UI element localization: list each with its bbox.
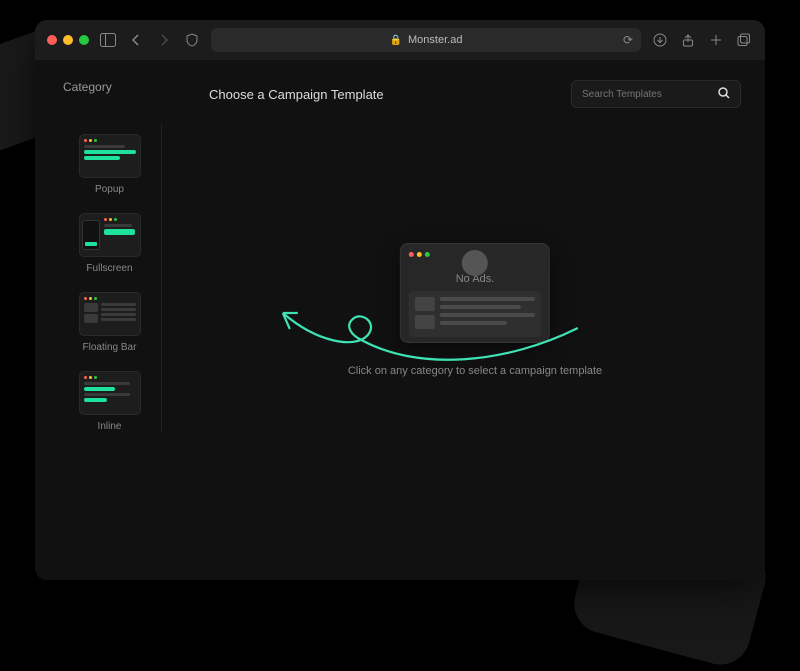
sidebar-title: Category <box>35 80 112 94</box>
tabs-icon[interactable] <box>735 31 753 49</box>
main-header: Choose a Campaign Template <box>209 80 741 108</box>
minimize-window-icon[interactable] <box>63 35 73 45</box>
traffic-lights[interactable] <box>47 35 89 45</box>
category-list: Popup Fullscreen <box>59 124 162 432</box>
browser-window: 🔒 Monster.ad ⟳ Category <box>35 20 765 580</box>
page-title: Choose a Campaign Template <box>209 87 384 102</box>
category-item-popup[interactable]: Popup <box>79 134 141 195</box>
category-label: Floating Bar <box>83 342 137 353</box>
share-icon[interactable] <box>679 31 697 49</box>
download-icon[interactable] <box>651 31 669 49</box>
address-bar[interactable]: 🔒 Monster.ad ⟳ <box>211 28 641 52</box>
empty-state-text: Click on any category to select a campai… <box>348 365 602 377</box>
main-panel: Choose a Campaign Template No Ads. <box>185 60 765 580</box>
fullscreen-thumb-icon <box>79 213 141 257</box>
reload-icon[interactable]: ⟳ <box>623 33 633 47</box>
floating-bar-thumb-icon <box>79 292 141 336</box>
browser-chrome: 🔒 Monster.ad ⟳ <box>35 20 765 60</box>
sidebar-toggle-icon[interactable] <box>99 31 117 49</box>
sidebar: Category Popup <box>35 60 185 580</box>
category-label: Fullscreen <box>86 263 132 274</box>
category-label: Inline <box>98 421 122 432</box>
back-icon[interactable] <box>127 31 145 49</box>
popup-thumb-icon <box>79 134 141 178</box>
category-item-floating-bar[interactable]: Floating Bar <box>79 292 141 353</box>
category-item-inline[interactable]: Inline <box>79 371 141 432</box>
forward-icon[interactable] <box>155 31 173 49</box>
url-text: Monster.ad <box>408 34 462 46</box>
maximize-window-icon[interactable] <box>79 35 89 45</box>
inline-thumb-icon <box>79 371 141 415</box>
category-label: Popup <box>95 184 124 195</box>
app-body: Category Popup <box>35 60 765 580</box>
empty-state-card-icon: No Ads. <box>400 243 550 343</box>
search-box[interactable] <box>571 80 741 108</box>
search-icon[interactable] <box>718 87 730 102</box>
empty-state: No Ads. Click on any category to select … <box>348 243 602 377</box>
close-window-icon[interactable] <box>47 35 57 45</box>
shield-icon[interactable] <box>183 31 201 49</box>
category-item-fullscreen[interactable]: Fullscreen <box>79 213 141 274</box>
lock-icon: 🔒 <box>390 35 402 46</box>
search-input[interactable] <box>582 89 702 100</box>
new-tab-icon[interactable] <box>707 31 725 49</box>
